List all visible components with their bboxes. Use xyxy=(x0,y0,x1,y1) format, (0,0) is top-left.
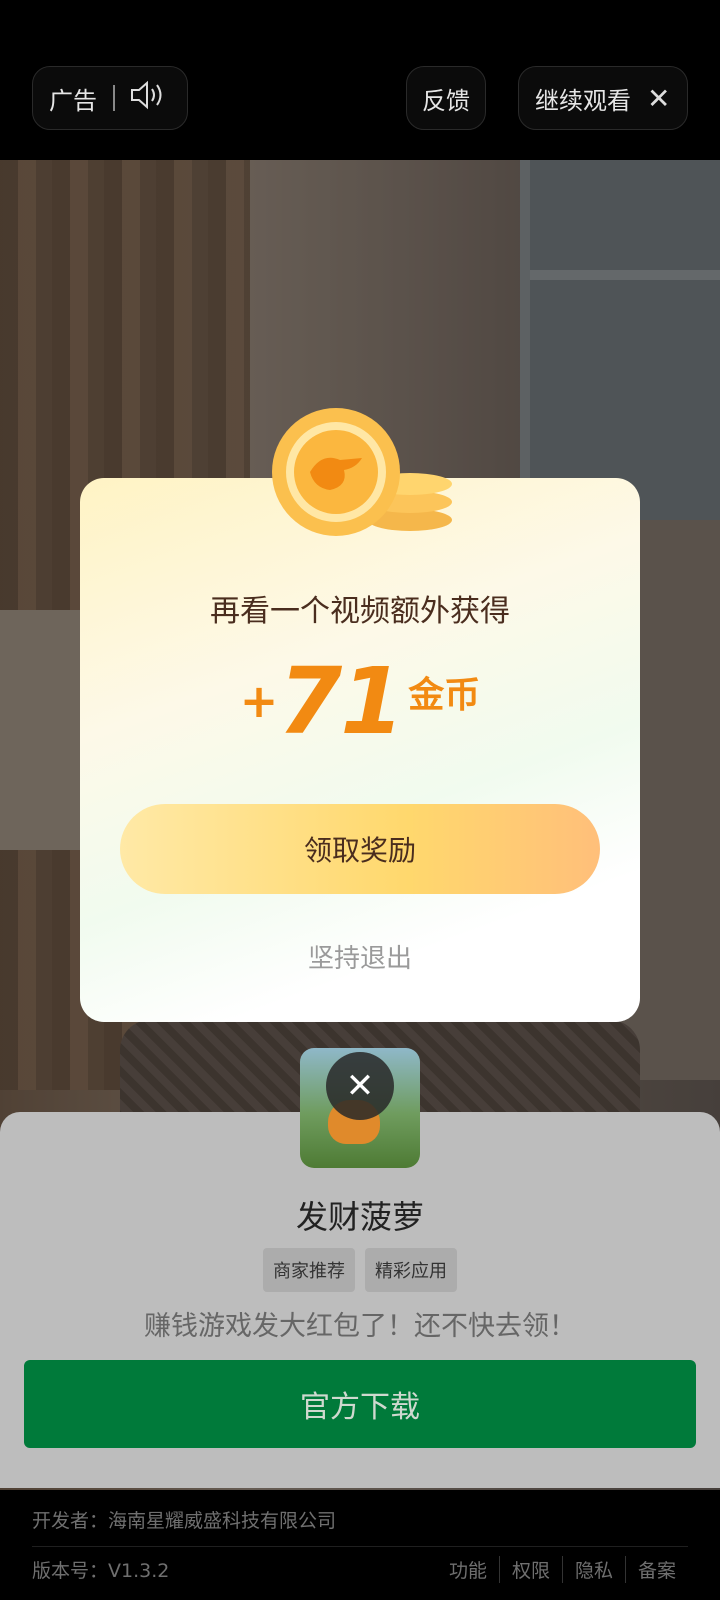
footer: 开发者：海南星耀威盛科技有限公司 版本号：V1.3.2 功能 权限 隐私 备案 xyxy=(0,1490,720,1600)
app-slogan: 赚钱游戏发大红包了！还不快去领！ xyxy=(144,1311,576,1342)
coin-icon xyxy=(270,402,460,552)
divider xyxy=(32,1546,688,1547)
footer-links: 功能 权限 隐私 备案 xyxy=(437,1556,688,1583)
plus-sign: + xyxy=(239,674,279,728)
download-label: 官方下载 xyxy=(300,1390,420,1425)
ad-topbar: 广告 反馈 继续观看 ✕ xyxy=(0,0,720,160)
reward-dialog: 再看一个视频额外获得 +71 金币 领取奖励 坚持退出 xyxy=(80,408,640,1022)
reward-amount: +71 金币 xyxy=(80,648,640,755)
close-icon[interactable]: ✕ xyxy=(326,1052,394,1120)
claim-label: 领取奖励 xyxy=(303,834,416,867)
footer-link-privacy[interactable]: 隐私 xyxy=(561,1556,625,1583)
footer-link-permissions[interactable]: 权限 xyxy=(498,1556,562,1583)
modal-title: 再看一个视频额外获得 xyxy=(210,594,510,629)
download-button[interactable]: 官方下载 xyxy=(24,1360,696,1448)
app-tags: 商家推荐 精彩应用 xyxy=(0,1248,720,1292)
footer-link-features[interactable]: 功能 xyxy=(437,1556,499,1583)
ad-label-pill: 广告 xyxy=(32,66,188,130)
version-info: 版本号：V1.3.2 xyxy=(32,1560,170,1582)
close-icon[interactable]: ✕ xyxy=(647,82,670,115)
app-name: 发财菠萝 xyxy=(295,1198,424,1236)
tag: 商家推荐 xyxy=(263,1248,355,1292)
ad-label: 广告 xyxy=(49,86,97,115)
coin-unit: 金币 xyxy=(408,675,481,716)
footer-link-filing[interactable]: 备案 xyxy=(624,1556,688,1583)
quit-link[interactable]: 坚持退出 xyxy=(80,938,640,975)
tag: 精彩应用 xyxy=(365,1248,457,1292)
developer-info: 开发者：海南星耀威盛科技有限公司 xyxy=(32,1510,337,1532)
continue-watching-button[interactable]: 继续观看 ✕ xyxy=(518,66,688,130)
continue-label: 继续观看 xyxy=(535,86,631,115)
claim-reward-button[interactable]: 领取奖励 xyxy=(120,804,600,894)
feedback-button[interactable]: 反馈 xyxy=(406,66,486,130)
feedback-label: 反馈 xyxy=(422,86,470,115)
coin-count: 71 xyxy=(278,648,404,755)
divider xyxy=(113,85,115,111)
speaker-icon[interactable] xyxy=(129,80,167,116)
